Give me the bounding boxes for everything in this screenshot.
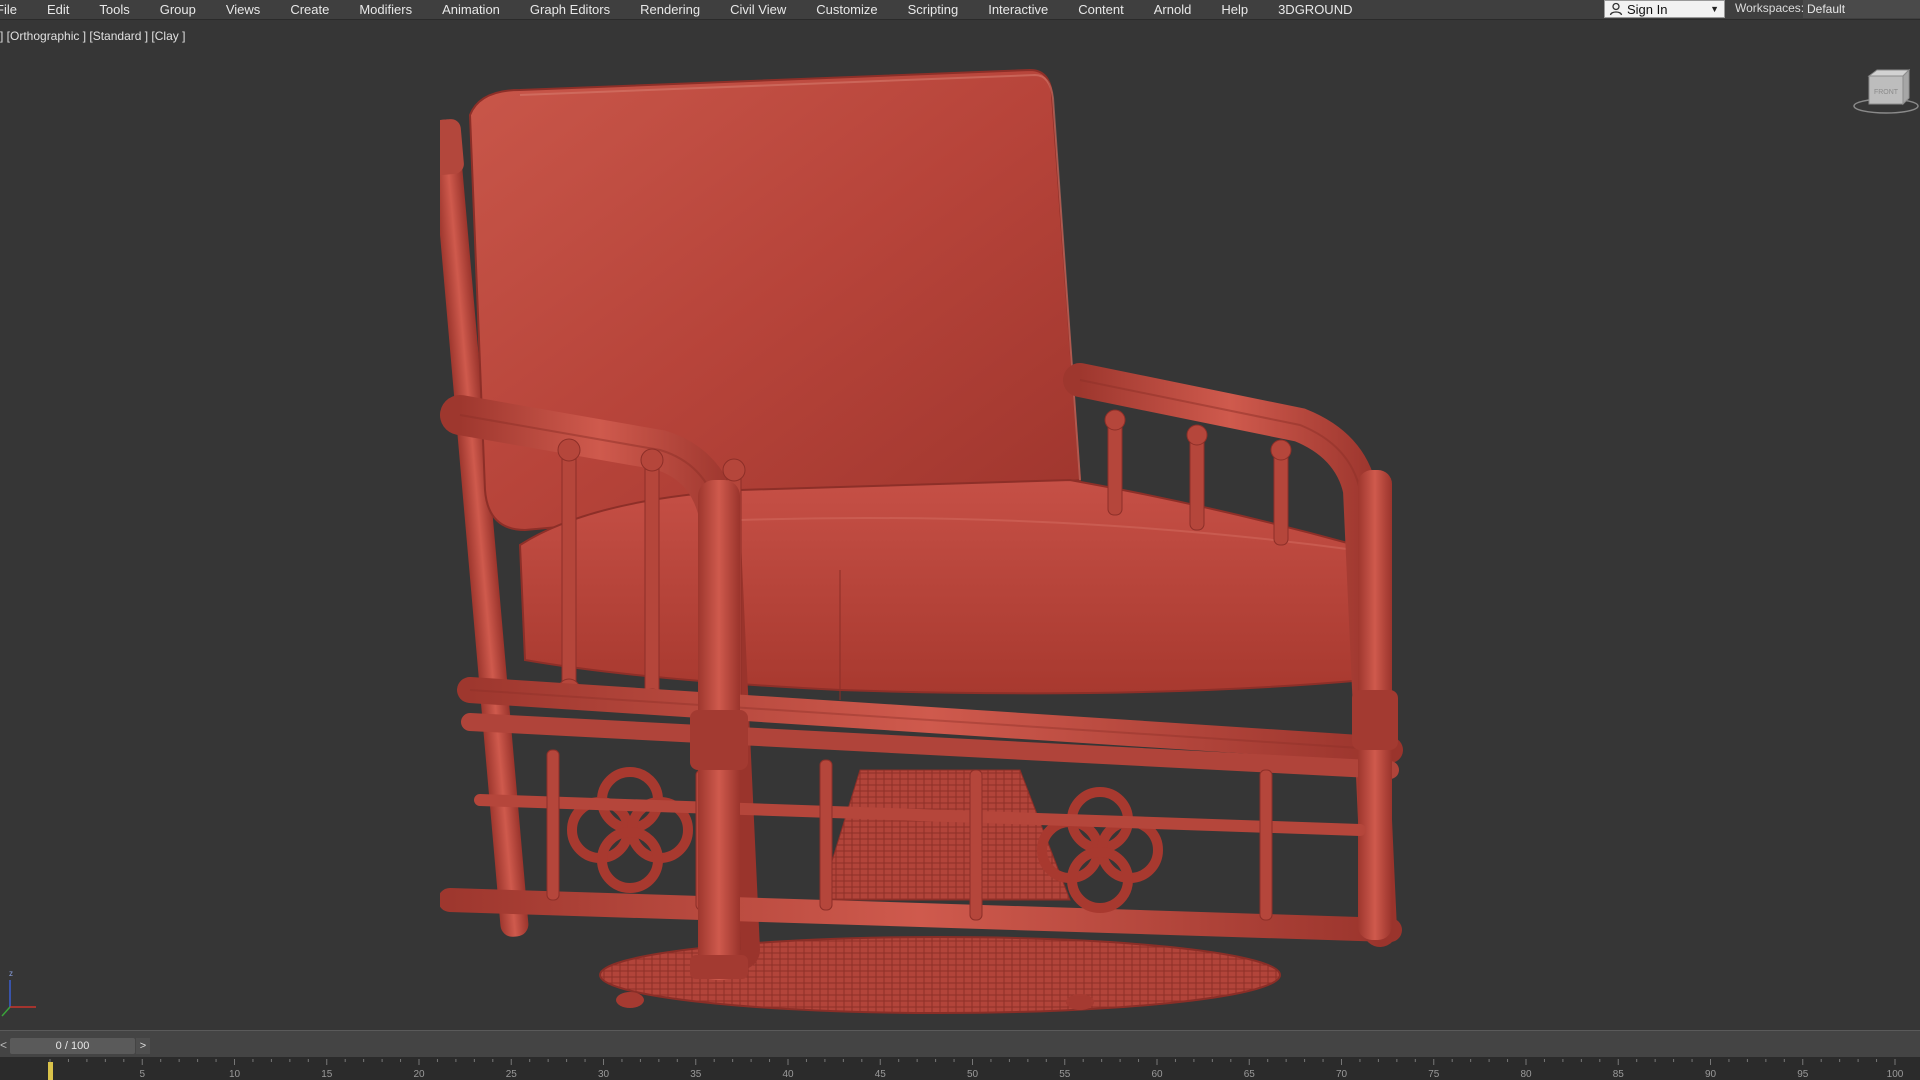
previous-frame-button[interactable]: < bbox=[0, 1038, 7, 1052]
ruler-tick-label: 55 bbox=[1059, 1069, 1071, 1080]
menu-rendering[interactable]: Rendering bbox=[625, 2, 715, 17]
sign-in-dropdown[interactable]: Sign In ▼ bbox=[1604, 0, 1725, 18]
menu-arnold[interactable]: Arnold bbox=[1139, 2, 1207, 17]
ruler-tick-label: 70 bbox=[1336, 1069, 1348, 1080]
ruler-tick-label: 35 bbox=[690, 1069, 702, 1080]
ruler-tick-label: 25 bbox=[506, 1069, 518, 1080]
viewport-label[interactable]: ] [Orthographic ] [Standard ] [Clay ] bbox=[0, 29, 185, 43]
ruler-tick-label: 60 bbox=[1151, 1069, 1163, 1080]
ruler-tick-label: 75 bbox=[1428, 1069, 1440, 1080]
menu-content[interactable]: Content bbox=[1063, 2, 1139, 17]
ruler-tick-label: 20 bbox=[413, 1069, 425, 1080]
time-slider[interactable]: 0 / 100 bbox=[10, 1038, 135, 1054]
chevron-down-icon: ▼ bbox=[1710, 4, 1719, 14]
next-frame-button[interactable]: > bbox=[136, 1038, 150, 1054]
ruler-tick-label: 15 bbox=[321, 1069, 333, 1080]
ruler-tick-label: 100 bbox=[1887, 1069, 1904, 1080]
menu-modifiers[interactable]: Modifiers bbox=[344, 2, 427, 17]
perspective-viewport[interactable]: ] [Orthographic ] [Standard ] [Clay ] FR… bbox=[0, 20, 1920, 1030]
svg-text:FRONT: FRONT bbox=[1874, 89, 1899, 96]
time-slider-bar: < 0 / 100 > bbox=[0, 1030, 1920, 1057]
ruler-tick-label: 65 bbox=[1244, 1069, 1256, 1080]
menu-file[interactable]: File bbox=[0, 2, 32, 17]
menu-3dground[interactable]: 3DGROUND bbox=[1263, 2, 1367, 17]
menu-create[interactable]: Create bbox=[275, 2, 344, 17]
viewcube-icon[interactable]: FRONT bbox=[1842, 62, 1920, 128]
ruler-tick-label: 50 bbox=[967, 1069, 979, 1080]
ruler-tick-label: 90 bbox=[1705, 1069, 1717, 1080]
ruler-tick-label: 80 bbox=[1520, 1069, 1532, 1080]
menu-help[interactable]: Help bbox=[1206, 2, 1263, 17]
menu-edit[interactable]: Edit bbox=[32, 2, 84, 17]
workspaces-select[interactable]: Default bbox=[1803, 0, 1920, 18]
menu-animation[interactable]: Animation bbox=[427, 2, 515, 17]
track-ruler: 5 10 15 20 25 30 35 40 45 50 55 60 65 70 75 80 85 90 95 100 bbox=[49, 1059, 1904, 1080]
svg-text:z: z bbox=[9, 969, 13, 978]
menu-civil-view[interactable]: Civil View bbox=[715, 2, 801, 17]
user-icon bbox=[1609, 2, 1623, 16]
workspaces-label: Workspaces: bbox=[1735, 1, 1805, 15]
menu-graph-editors[interactable]: Graph Editors bbox=[515, 2, 625, 17]
menu-group[interactable]: Group bbox=[145, 2, 211, 17]
playhead-marker[interactable] bbox=[48, 1062, 53, 1080]
ruler-tick-label: 30 bbox=[598, 1069, 610, 1080]
armchair-model[interactable] bbox=[440, 50, 1420, 1040]
track-bar[interactable]: 5 10 15 20 25 30 35 40 45 50 55 60 65 70 75 80 85 90 95 100 bbox=[0, 1057, 1920, 1080]
menu-interactive[interactable]: Interactive bbox=[973, 2, 1063, 17]
ruler-tick-label: 40 bbox=[782, 1069, 794, 1080]
menu-scripting[interactable]: Scripting bbox=[893, 2, 974, 17]
menu-tools[interactable]: Tools bbox=[84, 2, 144, 17]
ruler-tick-label: 95 bbox=[1797, 1069, 1809, 1080]
sign-in-label: Sign In bbox=[1627, 1, 1668, 17]
menu-views[interactable]: Views bbox=[211, 2, 275, 17]
ruler-tick-label: 10 bbox=[229, 1069, 241, 1080]
ruler-tick-label: 85 bbox=[1613, 1069, 1625, 1080]
ruler-tick-label: 45 bbox=[875, 1069, 887, 1080]
menu-customize[interactable]: Customize bbox=[801, 2, 892, 17]
axis-tripod-icon: z bbox=[1, 969, 36, 1017]
ruler-tick-label: 5 bbox=[139, 1069, 145, 1080]
